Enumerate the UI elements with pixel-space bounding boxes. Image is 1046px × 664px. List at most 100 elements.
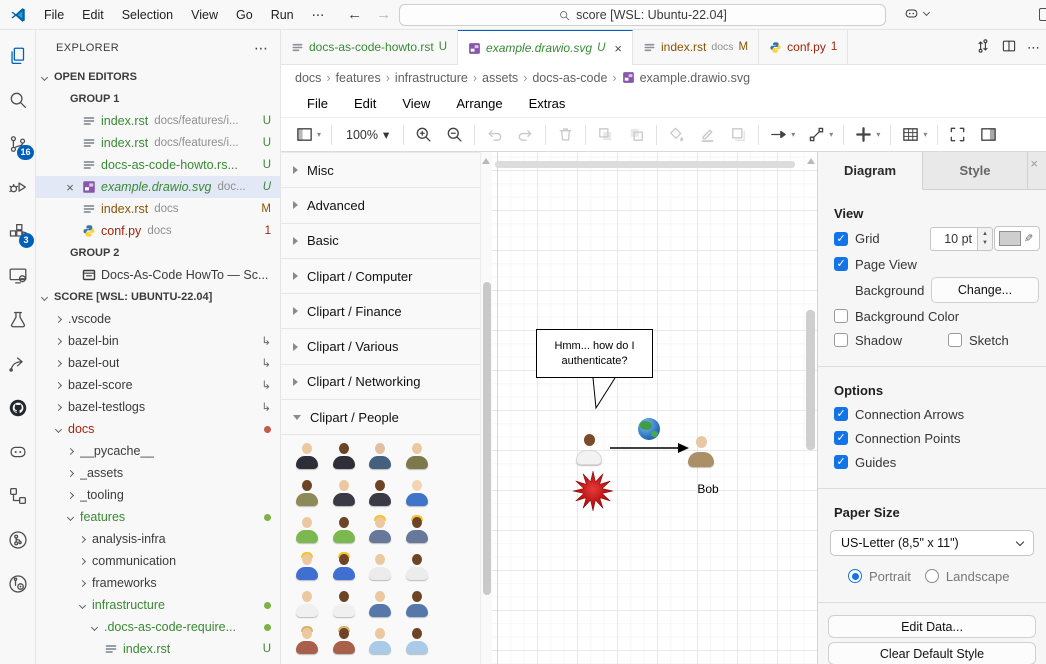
workspace-section-header[interactable]: SCORE [WSL: UBUNTU-22.04] <box>36 286 280 308</box>
activity-remote-explorer[interactable] <box>0 254 36 298</box>
tree-item-bazelscore[interactable]: bazel-score↳ <box>36 374 280 396</box>
people-shape-12[interactable] <box>295 554 319 580</box>
zoom-in-button[interactable] <box>408 122 439 148</box>
split-editor-button[interactable] <box>1001 38 1017 57</box>
fill-color-button[interactable] <box>661 122 692 148</box>
menubar-item-run[interactable]: Run <box>262 4 303 26</box>
landscape-radio[interactable] <box>925 569 939 583</box>
menubar-item-[interactable]: ⋯ <box>303 4 334 26</box>
page-view-checkbox[interactable] <box>834 257 848 271</box>
close-icon[interactable]: × <box>63 180 77 195</box>
close-icon[interactable]: × <box>1030 152 1046 189</box>
tab-exampledrawiosvg[interactable]: example.drawio.svgU× <box>458 30 633 65</box>
grid-checkbox[interactable] <box>834 232 848 246</box>
breadcrumb-item[interactable]: assets <box>482 71 518 85</box>
globe-shape[interactable] <box>638 418 660 440</box>
activity-hierarchy[interactable] <box>0 474 36 518</box>
tree-item-communication[interactable]: communication <box>36 550 280 572</box>
insert-button[interactable]: ▾ <box>848 122 886 148</box>
delete-button[interactable] <box>550 122 581 148</box>
tree-item-bazelout[interactable]: bazel-out↳ <box>36 352 280 374</box>
to-front-button[interactable] <box>590 122 621 148</box>
canvas-vscrollbar[interactable] <box>805 152 816 664</box>
shape-palette-scrollbar[interactable] <box>480 152 492 664</box>
connection-points-checkbox[interactable] <box>834 431 848 445</box>
compare-button[interactable] <box>975 38 991 57</box>
change-background-button[interactable]: Change... <box>931 277 1039 303</box>
breadcrumb-item[interactable]: features <box>336 71 381 85</box>
format-panel-button[interactable] <box>973 122 1004 148</box>
breadcrumb-item[interactable]: docs <box>295 71 321 85</box>
activity-source-control[interactable]: 16 <box>0 122 36 166</box>
drawio-menu-view[interactable]: View <box>391 96 441 111</box>
people-shape-10[interactable] <box>368 517 392 543</box>
paper-size-select[interactable]: US-Letter (8,5" x 11") <box>830 530 1034 556</box>
activity-share[interactable] <box>0 342 36 386</box>
people-shape-19[interactable] <box>405 591 429 617</box>
tree-item-indexrst[interactable]: index.rstU <box>36 638 280 660</box>
tree-item-docs[interactable]: docs <box>36 418 280 440</box>
tab-indexrst[interactable]: index.rstdocsM <box>633 30 759 64</box>
back-arrow-icon[interactable]: ← <box>347 6 362 23</box>
open-editor-item[interactable]: index.rstdocs/features/i...U <box>36 110 280 132</box>
more-actions-icon[interactable]: ⋯ <box>1027 40 1040 56</box>
to-back-button[interactable] <box>621 122 652 148</box>
fullscreen-button[interactable] <box>942 122 973 148</box>
open-editors-header[interactable]: OPEN EDITORS <box>36 66 280 88</box>
diagram-canvas[interactable]: Hmm... how do I authenticate? <box>492 152 817 664</box>
more-actions-icon[interactable]: ⋯ <box>254 40 268 57</box>
background-color-checkbox[interactable] <box>834 309 848 323</box>
activity-git-watch[interactable] <box>0 562 36 606</box>
spinner-up-icon[interactable]: ▲ <box>982 230 988 238</box>
activity-files[interactable] <box>0 34 36 78</box>
menubar-item-edit[interactable]: Edit <box>73 4 113 26</box>
waypoints-button[interactable]: ▾ <box>801 122 839 148</box>
people-shape-23[interactable] <box>405 628 429 654</box>
people-shape-17[interactable] <box>332 591 356 617</box>
activity-copilot-chat[interactable] <box>0 430 36 474</box>
tab-docsascodehowtorst[interactable]: docs-as-code-howto.rstU <box>281 30 458 64</box>
tree-item-docsascoderequire[interactable]: .docs-as-code-require... <box>36 616 280 638</box>
tree-item-tooling[interactable]: _tooling <box>36 484 280 506</box>
line-color-button[interactable] <box>692 122 723 148</box>
breadcrumb[interactable]: docs›features›infrastructure›assets›docs… <box>281 65 1046 90</box>
bob-label[interactable]: Bob <box>678 482 738 496</box>
breadcrumb-item[interactable]: infrastructure <box>395 71 468 85</box>
people-shape-20[interactable] <box>295 628 319 654</box>
shadow-button[interactable] <box>723 122 754 148</box>
people-shape-18[interactable] <box>368 591 392 617</box>
people-shape-3[interactable] <box>405 443 429 469</box>
forward-arrow-icon[interactable]: → <box>376 6 391 23</box>
drawio-menu-edit[interactable]: Edit <box>343 96 387 111</box>
people-shape-9[interactable] <box>332 517 356 543</box>
open-editor-item[interactable]: index.rstdocs/features/i...U <box>36 132 280 154</box>
breadcrumb-item[interactable]: docs-as-code <box>532 71 607 85</box>
activity-github[interactable] <box>0 386 36 430</box>
scrollbar-thumb[interactable] <box>806 310 815 450</box>
tab-confpy[interactable]: conf.py1 <box>759 30 848 64</box>
menubar-item-go[interactable]: Go <box>227 4 262 26</box>
command-search-input[interactable]: score [WSL: Ubuntu-22.04] <box>399 4 886 26</box>
tree-item-pycache[interactable]: __pycache__ <box>36 440 280 462</box>
shape-section-basic[interactable]: Basic <box>281 224 480 259</box>
people-shape-5[interactable] <box>332 480 356 506</box>
open-editor-item[interactable]: index.rstdocsM <box>36 198 280 220</box>
speech-bubble-shape[interactable]: Hmm... how do I authenticate? <box>536 329 653 378</box>
tree-item-bazeltestlogs[interactable]: bazel-testlogs↳ <box>36 396 280 418</box>
redo-button[interactable] <box>510 122 541 148</box>
connection-arrows-checkbox[interactable] <box>834 407 848 421</box>
starburst-shape[interactable] <box>572 470 614 512</box>
clear-default-style-button[interactable]: Clear Default Style <box>828 642 1036 664</box>
grid-size-spinner[interactable]: ▲▼ <box>978 227 993 251</box>
grid-size-input[interactable]: 10 pt <box>930 227 978 251</box>
shape-section-advanced[interactable]: Advanced <box>281 188 480 223</box>
tree-item-features[interactable]: features <box>36 506 280 528</box>
breadcrumb-file[interactable]: example.drawio.svg <box>640 71 750 85</box>
drawio-menu-file[interactable]: File <box>296 96 339 111</box>
shape-section-clipartvarious[interactable]: Clipart / Various <box>281 329 480 364</box>
grid-color-button[interactable]: ✎ <box>994 226 1040 251</box>
people-shape-16[interactable] <box>295 591 319 617</box>
page-view-button[interactable]: ▾ <box>289 122 327 148</box>
activity-git-circle[interactable] <box>0 518 36 562</box>
shape-section-misc[interactable]: Misc <box>281 153 480 188</box>
